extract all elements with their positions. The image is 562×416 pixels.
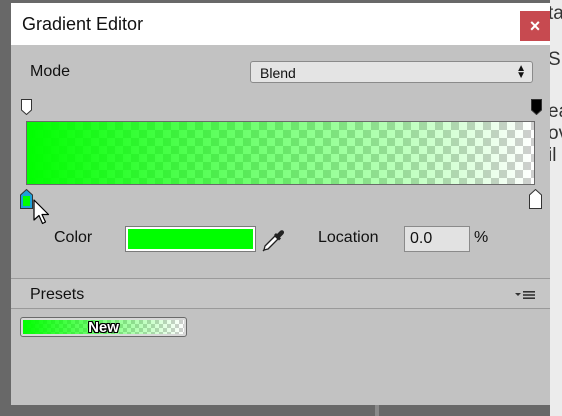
title-bar[interactable]: Gradient Editor × bbox=[11, 3, 550, 45]
alpha-key-end[interactable] bbox=[531, 99, 542, 115]
color-key-start[interactable] bbox=[20, 189, 33, 209]
gradient-preview[interactable] bbox=[26, 121, 535, 185]
color-swatch-fill bbox=[128, 229, 253, 249]
background-text: ea bbox=[548, 101, 562, 122]
background-text: ta bbox=[548, 3, 562, 24]
presets-header: Presets bbox=[11, 278, 550, 309]
mode-label: Mode bbox=[30, 63, 71, 80]
color-label: Color bbox=[54, 229, 93, 246]
mouse-pointer-icon bbox=[33, 199, 53, 227]
color-swatch[interactable] bbox=[125, 226, 256, 252]
eyedropper-icon[interactable] bbox=[261, 227, 285, 253]
gradient-fill bbox=[27, 122, 534, 184]
color-key-end[interactable] bbox=[529, 189, 542, 209]
alpha-key-start[interactable] bbox=[21, 99, 32, 115]
background-text: ov bbox=[548, 123, 562, 144]
location-label: Location bbox=[318, 229, 379, 246]
close-button[interactable]: × bbox=[520, 11, 550, 41]
preset-label: New bbox=[88, 320, 119, 334]
presets-label: Presets bbox=[30, 286, 85, 303]
preset-gradient-preview: New bbox=[23, 320, 184, 334]
preset-new[interactable]: New bbox=[20, 317, 187, 337]
mode-dropdown[interactable]: Blend ▲ ▼ bbox=[250, 61, 533, 83]
mode-value: Blend bbox=[260, 65, 296, 81]
window-title: Gradient Editor bbox=[22, 14, 144, 34]
dropdown-menu-icon[interactable] bbox=[514, 288, 536, 300]
gradient-editor-window: Gradient Editor × Mode Blend ▲ ▼ Color Lo… bbox=[11, 3, 550, 405]
dropdown-arrows-icon: ▲ ▼ bbox=[516, 63, 526, 81]
location-input[interactable]: 0.0 bbox=[404, 226, 470, 252]
percent-unit-label: % bbox=[474, 229, 489, 246]
